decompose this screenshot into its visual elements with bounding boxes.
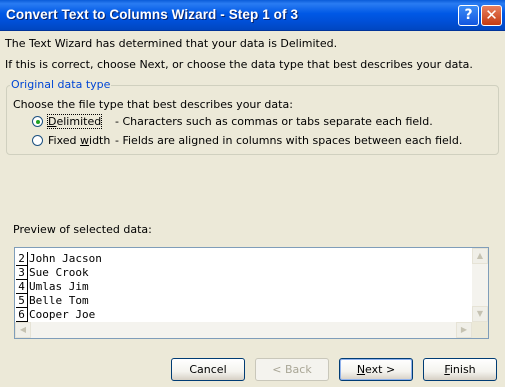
close-icon[interactable]: ✕ — [481, 5, 502, 26]
vertical-scrollbar[interactable]: ▲ ▼ — [472, 248, 488, 322]
finish-button[interactable]: Finish — [423, 358, 497, 381]
fixed-width-radio[interactable] — [32, 135, 43, 146]
preview-row-number: 2 — [16, 252, 28, 266]
fixed-width-label[interactable]: Fixed width — [48, 134, 110, 147]
scroll-up-icon[interactable]: ▲ — [472, 248, 488, 264]
preview-row-text: Umlas Jim — [29, 280, 89, 293]
preview-row-number: 5 — [16, 294, 28, 308]
preview-row-number: 4 — [16, 280, 28, 294]
intro-line-2: If this is correct, choose Next, or choo… — [5, 58, 473, 71]
horizontal-scrollbar[interactable]: ◀ ▶ — [15, 322, 472, 338]
fixed-width-description: - Fields are aligned in columns with spa… — [115, 134, 463, 147]
help-icon[interactable]: ? — [458, 5, 479, 26]
preview-row-text: Sue Crook — [29, 266, 89, 279]
radio-selected-dot — [36, 120, 40, 124]
back-button[interactable]: < Back — [255, 358, 329, 381]
scroll-left-icon[interactable]: ◀ — [15, 322, 31, 338]
preview-row-number: 3 — [16, 266, 28, 280]
scrollbar-corner — [472, 322, 488, 338]
data-preview[interactable]: 2 John Jacson 3 Sue Crook 4 Umlas Jim 5 Belle T… — [14, 247, 489, 339]
preview-label: Preview of selected data: — [13, 223, 152, 236]
preview-row-text: Belle Tom — [29, 294, 89, 307]
wizard-dialog: Convert Text to Columns Wizard - Step 1 … — [0, 0, 505, 387]
next-button[interactable]: Next > — [339, 358, 413, 381]
file-type-prompt: Choose the file type that best describes… — [13, 98, 293, 111]
scroll-down-icon[interactable]: ▼ — [472, 306, 488, 322]
preview-row-text: John Jacson — [29, 252, 102, 265]
scroll-right-icon[interactable]: ▶ — [456, 322, 472, 338]
delimited-label[interactable]: Delimited — [46, 114, 103, 129]
intro-line-1: The Text Wizard has determined that your… — [5, 37, 338, 50]
preview-row-text: Cooper Joe — [29, 308, 96, 321]
delimited-description: - Characters such as commas or tabs sepa… — [115, 115, 433, 128]
delimited-radio[interactable] — [32, 116, 43, 127]
window-title: Convert Text to Columns Wizard - Step 1 … — [6, 7, 299, 22]
original-data-type-legend: Original data type — [10, 78, 112, 91]
cancel-button[interactable]: Cancel — [171, 358, 245, 381]
preview-row-number: 6 — [16, 308, 28, 322]
title-bar[interactable]: Convert Text to Columns Wizard - Step 1 … — [0, 0, 505, 31]
